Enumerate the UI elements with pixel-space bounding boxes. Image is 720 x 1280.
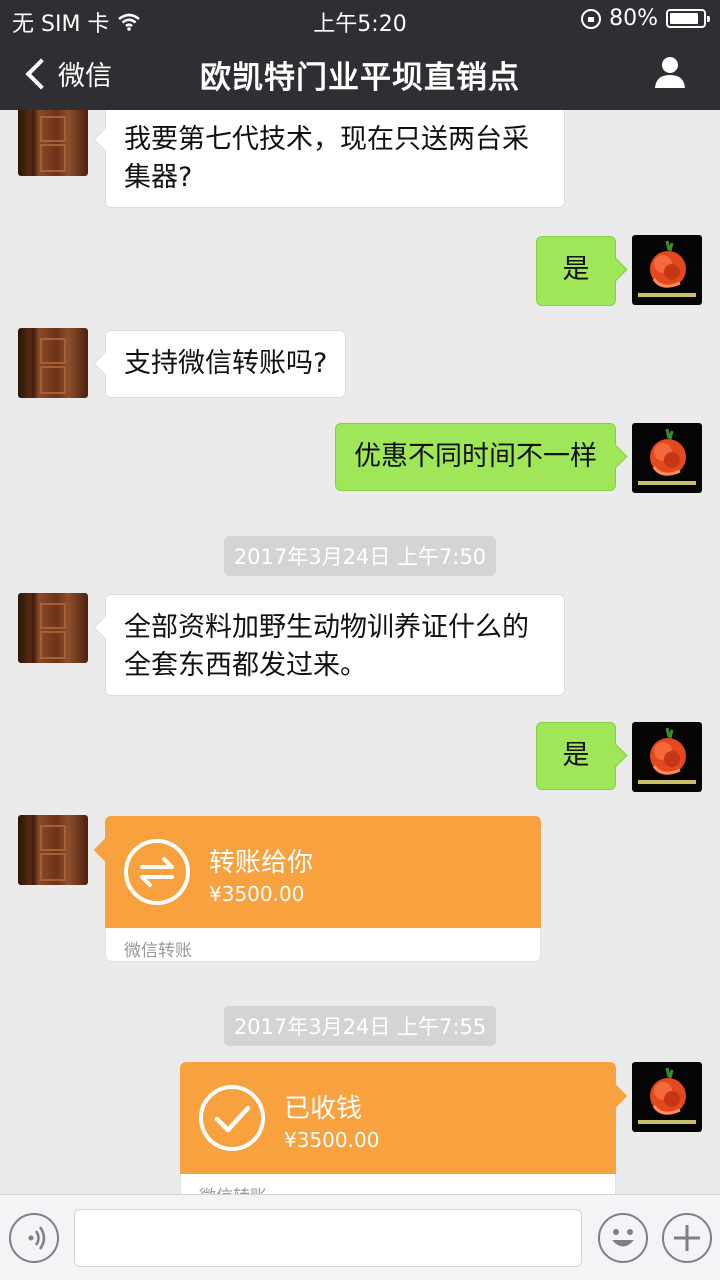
transfer-card[interactable]: 已收钱 ¥3500.00 微信转账 [180,1062,616,1194]
nav-bar: 微信 欧凯特门业平坝直销点 [0,38,720,110]
add-button[interactable] [662,1213,712,1263]
message-bubble[interactable]: 支持微信转账吗? [105,330,347,398]
message-text: 全部资料加野生动物训养证什么的全套东西都发过来。 [124,612,529,681]
message-bubble[interactable]: 是 [536,236,616,306]
battery-icon [666,9,710,28]
transfer-arrows-icon [124,839,190,905]
voice-button[interactable] [9,1213,59,1263]
message-text: 支持微信转账吗? [124,348,328,379]
rose-icon [638,727,696,784]
status-right: 80% [581,6,710,31]
input-bar [0,1194,720,1280]
rose-icon [638,428,696,485]
plus-icon [674,1225,700,1251]
transfer-title: 已收钱 [284,1094,363,1124]
chat-area[interactable]: 我要第七代技术，现在只送两台采集器? 是 支持微信转账吗? 优惠不同时间不一样 [0,110,720,1194]
message-bubble[interactable]: 是 [536,722,616,790]
message-text: 优惠不同时间不一样 [354,441,597,472]
rose-icon [638,240,696,297]
transfer-title: 转账给你 [209,848,314,878]
emoji-button[interactable] [598,1213,648,1263]
transfer-card[interactable]: 转账给你 ¥3500.00 微信转账 [105,816,541,962]
contact-avatar[interactable] [18,815,88,885]
message-input[interactable] [74,1209,582,1267]
message-text: 是 [562,254,590,285]
timestamp-text: 2017年3月24日 上午7:50 [223,536,497,576]
message-bubble[interactable]: 全部资料加野生动物训养证什么的全套东西都发过来。 [105,594,565,696]
battery-percent: 80% [609,6,658,31]
chat-title: 欧凯特门业平坝直销点 [200,60,520,96]
message-bubble[interactable]: 我要第七代技术，现在只送两台采集器? [105,110,565,208]
my-avatar[interactable] [632,1062,702,1132]
emoji-icon [612,1229,634,1247]
timestamp: 2017年3月24日 上午7:50 [0,536,720,576]
voice-icon [28,1226,46,1250]
rotation-lock-icon [581,8,602,29]
my-avatar[interactable] [632,722,702,792]
rose-icon [638,1067,696,1124]
contact-avatar[interactable] [18,328,88,398]
status-bar: 无 SIM 卡 上午5:20 80% [0,0,720,38]
contact-avatar[interactable] [18,593,88,663]
my-avatar[interactable] [632,423,702,493]
transfer-amount: ¥3500.00 [209,882,305,906]
message-bubble[interactable]: 优惠不同时间不一样 [335,423,616,491]
timestamp: 2017年3月24日 上午7:55 [0,1006,720,1046]
my-avatar[interactable] [632,235,702,305]
transfer-footer: 微信转账 [180,1174,616,1194]
checkmark-icon [199,1085,265,1151]
person-icon[interactable] [652,54,688,90]
message-text: 我要第七代技术，现在只送两台采集器? [124,124,529,193]
message-text: 是 [562,740,590,771]
transfer-footer: 微信转账 [105,928,541,962]
top-bar: 无 SIM 卡 上午5:20 80% 微信 欧凯特门业平坝直销点 [0,0,720,110]
transfer-amount: ¥3500.00 [284,1128,380,1152]
timestamp-text: 2017年3月24日 上午7:55 [223,1006,497,1046]
contact-avatar[interactable] [18,110,88,176]
